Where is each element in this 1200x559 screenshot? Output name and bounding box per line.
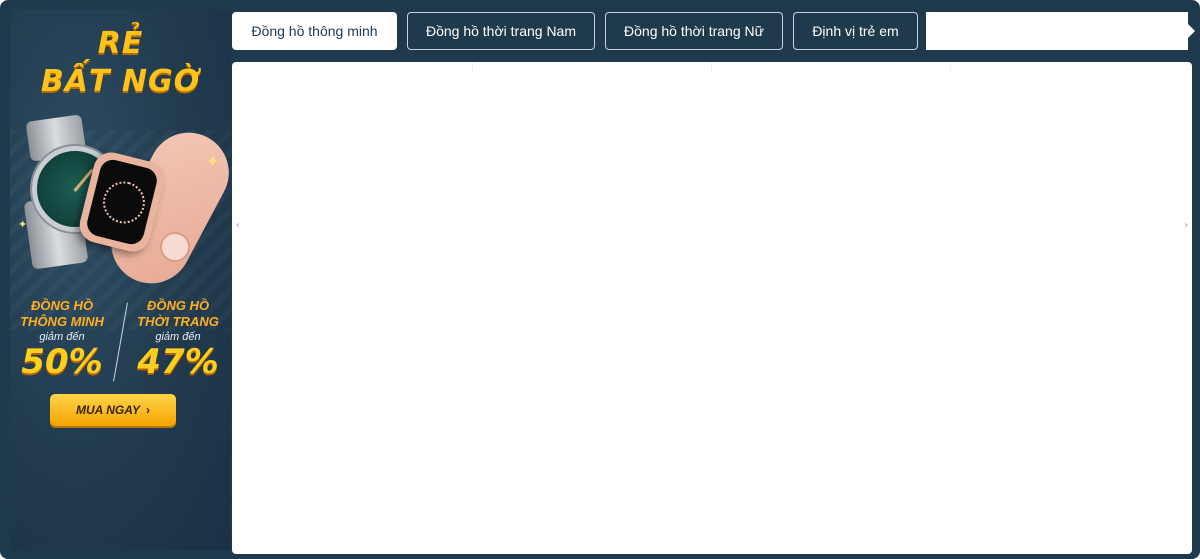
promo-headline-line2: BẤT NGỜ	[40, 64, 201, 99]
deal-name-line1: ĐỒNG HỒ	[30, 298, 94, 313]
deal-percent: 50%	[21, 342, 103, 382]
deal-name-line2: THỜI TRANG	[137, 314, 219, 329]
column-separator	[950, 62, 951, 72]
smartwatch-screen	[84, 157, 160, 247]
deal-percent: 47%	[137, 342, 219, 382]
caret-left-icon[interactable]	[236, 222, 239, 228]
buy-now-button[interactable]: MUA NGAY ›	[50, 394, 176, 426]
buy-now-label: MUA NGAY	[76, 403, 140, 417]
caret-right-icon[interactable]	[1185, 222, 1188, 228]
deal-name-line2: THÔNG MINH	[20, 314, 104, 329]
tab-women-fashion-watch[interactable]: Đồng hồ thời trang Nữ	[605, 12, 783, 50]
column-separator	[472, 62, 473, 72]
tab-label: Đồng hồ thời trang Nam	[425, 23, 577, 39]
product-carousel	[232, 62, 1192, 554]
deal-name-line1: ĐỒNG HỒ	[146, 298, 210, 313]
smartwatch-dial	[98, 177, 150, 228]
tab-men-fashion-watch[interactable]: Đồng hồ thời trang Nam	[407, 12, 595, 50]
tab-overflow-area	[926, 12, 1188, 50]
deal-list: ĐỒNG HỒ THÔNG MINH giảm đến 50% ĐỒNG HỒ …	[10, 298, 231, 388]
tab-label: Đồng hồ thời trang Nữ	[624, 23, 764, 39]
watches-image: ✦ ✦	[10, 108, 231, 298]
deal-fashion-watch: ĐỒNG HỒ THỜI TRANG giảm đến 47%	[126, 298, 230, 381]
tab-label: Định vị trẻ em	[812, 23, 899, 39]
promo-banner[interactable]: RẺ BẤT NGỜ ✦ ✦ ĐỒNG HỒ THÔNG MINH giảm đ…	[10, 10, 231, 550]
sparkle-icon: ✦	[18, 219, 28, 231]
sparkle-icon: ✦	[206, 154, 220, 171]
promo-headline-line1: RẺ	[97, 26, 144, 61]
strap-clasp	[160, 232, 190, 262]
deal-smartwatch: ĐỒNG HỒ THÔNG MINH giảm đến 50%	[10, 298, 114, 381]
tab-smartwatch[interactable]: Đồng hồ thông minh	[232, 12, 397, 50]
column-separator	[711, 62, 712, 72]
caret-right-icon[interactable]	[1186, 22, 1195, 40]
tab-kids-locator[interactable]: Định vị trẻ em	[793, 12, 918, 50]
tab-label: Đồng hồ thông minh	[251, 23, 378, 39]
chevron-right-icon: ›	[146, 403, 150, 417]
category-section: RẺ BẤT NGỜ ✦ ✦ ĐỒNG HỒ THÔNG MINH giảm đ…	[0, 0, 1200, 559]
